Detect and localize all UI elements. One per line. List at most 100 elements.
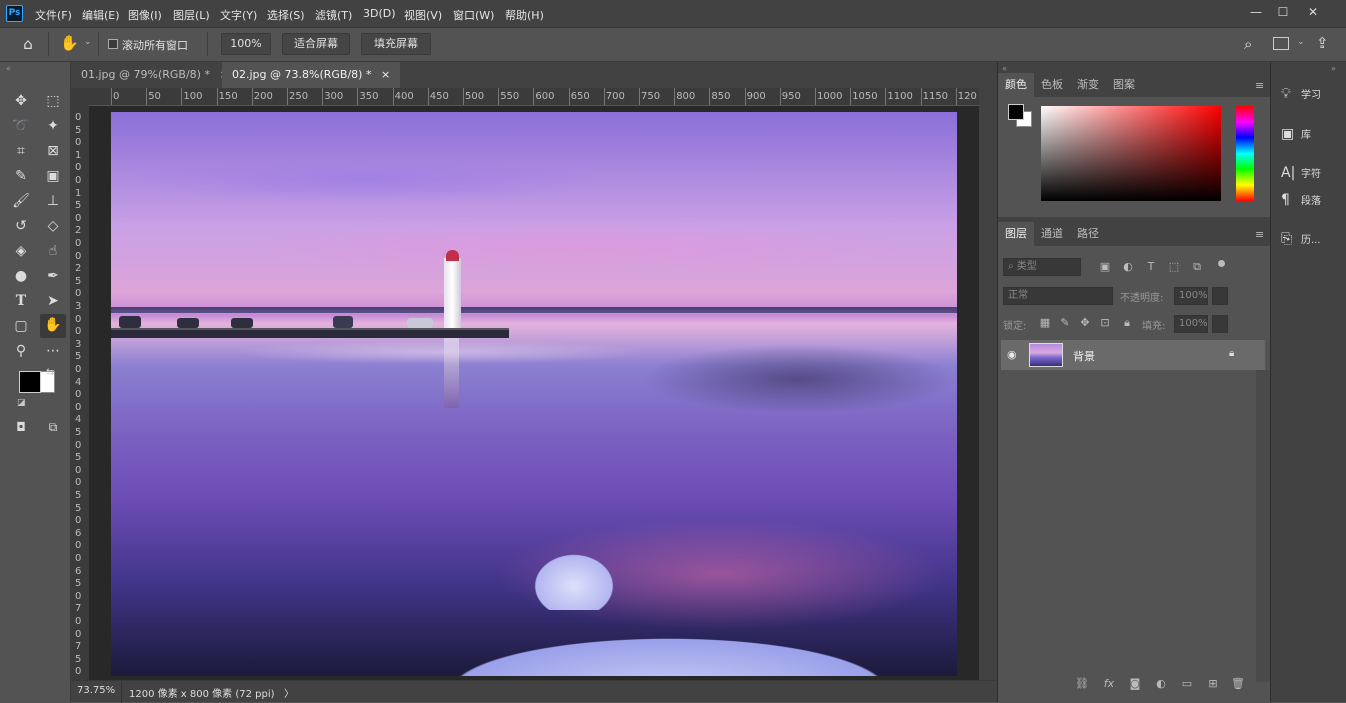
- eye-icon[interactable]: ◉: [1007, 348, 1017, 361]
- layer-row[interactable]: ◉ 背景 🔒︎: [1001, 340, 1265, 370]
- hue-slider[interactable]: [1236, 106, 1254, 201]
- zoom-level[interactable]: 73.75%: [77, 685, 115, 696]
- quick-mask-icon[interactable]: ◘: [10, 416, 32, 438]
- menu-file[interactable]: 文件(F): [35, 7, 72, 23]
- canvas-area[interactable]: [89, 106, 979, 680]
- new-adjustment-icon[interactable]: ◐: [1154, 677, 1168, 691]
- dodge-tool-icon[interactable]: ●: [10, 265, 32, 287]
- menu-image[interactable]: 图像(I): [128, 7, 162, 23]
- panel-menu-icon[interactable]: ≡: [1255, 79, 1264, 92]
- new-layer-icon[interactable]: ⊞: [1206, 677, 1220, 691]
- layer-lock-icon[interactable]: 🔒︎: [1229, 348, 1234, 359]
- filter-pixel-icon[interactable]: ▣: [1098, 260, 1112, 274]
- lock-pixels-icon[interactable]: ✎: [1058, 316, 1072, 330]
- lasso-tool-icon[interactable]: ➰: [10, 115, 32, 137]
- hand-tool-preset-icon[interactable]: ✋: [60, 34, 80, 54]
- type-tool-icon[interactable]: T: [10, 290, 32, 312]
- tab-swatches[interactable]: 色板: [1034, 73, 1070, 97]
- character-panel-button[interactable]: A| 字符: [1281, 159, 1341, 187]
- close-window-button[interactable]: ✕: [1300, 4, 1326, 20]
- tab-color[interactable]: 颜色: [998, 73, 1034, 97]
- workspace-icon[interactable]: [1273, 37, 1289, 50]
- pen-tool-icon[interactable]: ✒: [42, 265, 64, 287]
- swap-colors-icon[interactable]: ⇆: [46, 367, 54, 378]
- lock-position-icon[interactable]: ✥: [1078, 316, 1092, 330]
- tab-paths[interactable]: 路径: [1070, 222, 1106, 246]
- libraries-panel-button[interactable]: ▣ 库: [1281, 120, 1341, 148]
- hand-tool-icon[interactable]: ✋: [40, 314, 66, 338]
- paragraph-panel-button[interactable]: ¶ 段落: [1281, 186, 1341, 214]
- filter-toggle-icon[interactable]: [1218, 260, 1225, 267]
- workspace-chevron-icon[interactable]: ⌄: [1297, 37, 1305, 47]
- document-tab-02[interactable]: 02.jpg @ 73.8%(RGB/8) * ×: [222, 62, 401, 88]
- close-tab-icon[interactable]: ×: [381, 68, 390, 81]
- marquee-tool-icon[interactable]: ⬚: [42, 90, 64, 112]
- link-layers-icon[interactable]: ⛓: [1075, 677, 1089, 691]
- share-icon[interactable]: ⇪: [1316, 34, 1329, 52]
- menu-help[interactable]: 帮助(H): [505, 7, 544, 23]
- filter-shape-icon[interactable]: ⬚: [1167, 260, 1181, 274]
- document-image[interactable]: [111, 112, 957, 676]
- maximize-button[interactable]: ☐: [1270, 4, 1296, 20]
- color-field[interactable]: [1041, 106, 1221, 201]
- layers-scrollbar[interactable]: [1256, 370, 1271, 682]
- eyedropper-tool-icon[interactable]: ✎: [10, 165, 32, 187]
- vertical-scrollbar[interactable]: [979, 88, 997, 680]
- brush-tool-icon[interactable]: 🖌: [10, 190, 32, 212]
- menu-filter[interactable]: 滤镜(T): [315, 7, 352, 23]
- path-selection-tool-icon[interactable]: ➤: [42, 290, 64, 312]
- home-icon[interactable]: ⌂: [18, 35, 38, 55]
- frame-tool-icon[interactable]: ⊠: [42, 140, 64, 162]
- layer-filter-select[interactable]: ⌕ 类型: [1003, 258, 1081, 276]
- crop-tool-icon[interactable]: ⌗: [10, 140, 32, 162]
- lock-artboard-icon[interactable]: ⊡: [1098, 316, 1112, 330]
- filter-smart-object-icon[interactable]: ⧉: [1190, 260, 1204, 274]
- layer-name[interactable]: 背景: [1073, 348, 1095, 364]
- tab-gradients[interactable]: 渐变: [1070, 73, 1106, 97]
- tab-channels[interactable]: 通道: [1034, 222, 1070, 246]
- patch-tool-icon[interactable]: ▣: [42, 165, 64, 187]
- panel-menu-icon[interactable]: ≡: [1255, 228, 1264, 241]
- chevron-down-icon[interactable]: ⌄: [84, 37, 92, 47]
- search-icon[interactable]: ⌕: [1244, 35, 1252, 53]
- fill-dropdown[interactable]: [1212, 315, 1228, 333]
- menu-3d[interactable]: 3D(D): [363, 7, 396, 20]
- more-tools-icon[interactable]: ⋯: [42, 340, 64, 362]
- menu-type[interactable]: 文字(Y): [220, 7, 257, 23]
- menu-select[interactable]: 选择(S): [267, 7, 305, 23]
- smudge-tool-icon[interactable]: ☝: [42, 240, 64, 262]
- fx-icon[interactable]: fx: [1102, 677, 1116, 691]
- history-panel-button[interactable]: ⎘ 历...: [1281, 225, 1341, 253]
- add-mask-icon[interactable]: ◙: [1128, 677, 1142, 691]
- foreground-color-swatch[interactable]: [1008, 104, 1024, 120]
- filter-type-icon[interactable]: T: [1144, 260, 1158, 274]
- move-tool-icon[interactable]: ✥: [10, 90, 32, 112]
- rectangle-tool-icon[interactable]: ▢: [10, 315, 32, 337]
- zoom-100-button[interactable]: 100%: [221, 33, 271, 55]
- lock-transparent-icon[interactable]: ▦: [1038, 316, 1052, 330]
- status-arrow-icon[interactable]: 〉: [284, 685, 294, 700]
- lock-all-icon[interactable]: 🔒︎: [1120, 316, 1134, 330]
- blend-mode-select[interactable]: 正常: [1003, 287, 1113, 305]
- tab-patterns[interactable]: 图案: [1106, 73, 1142, 97]
- expand-icon[interactable]: »: [1331, 64, 1336, 73]
- opacity-dropdown[interactable]: [1212, 287, 1228, 305]
- filter-adjustment-icon[interactable]: ◐: [1121, 260, 1135, 274]
- menu-layer[interactable]: 图层(L): [173, 7, 210, 23]
- default-colors-icon[interactable]: ◪: [17, 398, 26, 408]
- menu-edit[interactable]: 编辑(E): [82, 7, 120, 23]
- collapse-icon[interactable]: «: [6, 64, 11, 73]
- minimize-button[interactable]: —: [1243, 4, 1269, 20]
- paint-bucket-tool-icon[interactable]: ◈: [10, 240, 32, 262]
- foreground-color-swatch[interactable]: [19, 371, 41, 393]
- menu-view[interactable]: 视图(V): [404, 7, 442, 23]
- menu-window[interactable]: 窗口(W): [453, 7, 494, 23]
- document-tab-01[interactable]: 01.jpg @ 79%(RGB/8) * ×: [71, 62, 239, 88]
- collapse-icon[interactable]: «: [1002, 64, 1007, 73]
- fill-input[interactable]: 100%: [1174, 315, 1208, 333]
- history-brush-tool-icon[interactable]: ↺: [10, 215, 32, 237]
- opacity-input[interactable]: 100%: [1174, 287, 1208, 305]
- eraser-tool-icon[interactable]: ◇: [42, 215, 64, 237]
- zoom-tool-icon[interactable]: ⚲: [10, 340, 32, 362]
- tab-layers[interactable]: 图层: [998, 222, 1034, 246]
